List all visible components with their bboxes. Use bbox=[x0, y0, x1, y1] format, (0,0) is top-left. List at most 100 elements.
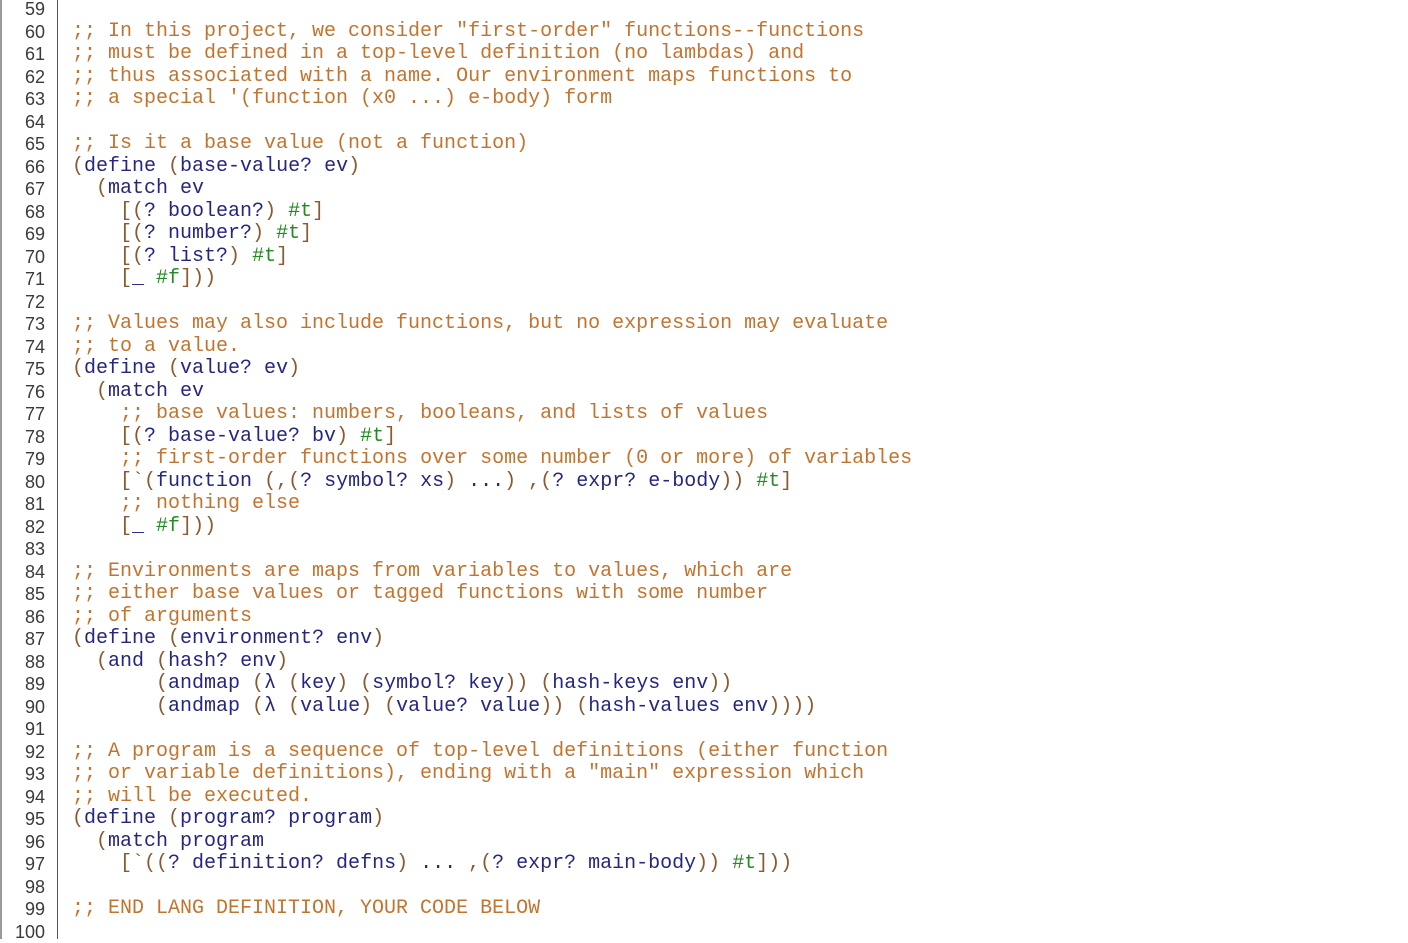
code-text[interactable]: ;; In this project, we consider "first-o… bbox=[72, 21, 864, 44]
identifier-token bbox=[72, 177, 96, 200]
identifier-token: define bbox=[84, 357, 168, 380]
code-text[interactable]: ;; will be executed. bbox=[72, 786, 312, 809]
code-line[interactable]: 65;; Is it a base value (not a function) bbox=[0, 133, 1408, 156]
code-text[interactable]: ;; END LANG DEFINITION, YOUR CODE BELOW bbox=[72, 898, 540, 921]
code-line[interactable]: 68 [(? boolean?) #t] bbox=[0, 201, 1408, 224]
code-line[interactable]: 95(define (program? program) bbox=[0, 808, 1408, 831]
code-line[interactable]: 87 (define (environment? env) bbox=[0, 628, 1408, 651]
code-line[interactable]: 70 [(? list?) #t] bbox=[0, 246, 1408, 269]
code-line[interactable]: 67 (match ev bbox=[0, 178, 1408, 201]
code-text[interactable]: [_ #f])) bbox=[72, 268, 216, 291]
line-number: 76 bbox=[0, 381, 45, 404]
paren-token: ] bbox=[300, 222, 312, 245]
code-text[interactable]: ;; or variable definitions), ending with… bbox=[72, 763, 864, 786]
code-line[interactable]: 74;; to a value. bbox=[0, 336, 1408, 359]
code-line[interactable]: 81 ;; nothing else bbox=[0, 493, 1408, 516]
code-line[interactable]: 69 [(? number?) #t] bbox=[0, 223, 1408, 246]
paren-token: [( bbox=[120, 222, 144, 245]
code-text[interactable]: ;; to a value. bbox=[72, 336, 240, 359]
code-line[interactable]: 100 bbox=[0, 921, 1408, 943]
code-text[interactable]: (define (program? program) bbox=[72, 808, 384, 831]
code-text[interactable]: ;; A program is a sequence of top-level … bbox=[72, 741, 888, 764]
code-line[interactable]: 78 [(? base-value? bv) #t] bbox=[0, 426, 1408, 449]
comment-token: ;; or variable definitions), ending with… bbox=[72, 762, 864, 785]
code-text[interactable]: ;; a special '(function (x0 ...) e-body)… bbox=[72, 88, 612, 111]
code-line[interactable]: 91 bbox=[0, 718, 1408, 741]
code-line[interactable]: 96 (match program bbox=[0, 831, 1408, 854]
code-text[interactable]: (define (base-value? ev) bbox=[72, 156, 360, 179]
paren-token: )) bbox=[720, 470, 744, 493]
identifier-token bbox=[372, 695, 384, 718]
paren-token: ])) bbox=[180, 515, 216, 538]
comment-token: ;; a special '(function (x0 ...) e-body)… bbox=[72, 87, 612, 110]
line-number: 79 bbox=[0, 448, 45, 471]
code-text[interactable]: (match program bbox=[72, 831, 264, 854]
code-line[interactable]: 61;; must be defined in a top-level defi… bbox=[0, 43, 1408, 66]
code-text[interactable]: (andmap (λ (key) (symbol? key)) (hash-ke… bbox=[72, 673, 732, 696]
code-text[interactable]: (match ev bbox=[72, 178, 204, 201]
code-line[interactable]: 98 bbox=[0, 876, 1408, 899]
line-number: 87 bbox=[0, 628, 45, 651]
code-line[interactable]: 83 bbox=[0, 538, 1408, 561]
code-line[interactable]: 66(define (base-value? ev) bbox=[0, 156, 1408, 179]
code-text[interactable]: ;; must be defined in a top-level defini… bbox=[72, 43, 804, 66]
code-text[interactable]: ;; either base values or tagged function… bbox=[72, 583, 768, 606]
code-line[interactable]: 60;; In this project, we consider "first… bbox=[0, 21, 1408, 44]
code-line[interactable]: 92;; A program is a sequence of top-leve… bbox=[0, 741, 1408, 764]
code-text[interactable]: (and (hash? env) bbox=[72, 651, 288, 674]
code-line[interactable]: 76 (match ev bbox=[0, 381, 1408, 404]
code-line[interactable]: 63;; a special '(function (x0 ...) e-bod… bbox=[0, 88, 1408, 111]
code-line[interactable]: 89 (andmap (λ (key) (symbol? key)) (hash… bbox=[0, 673, 1408, 696]
code-text[interactable]: (andmap (λ (value) (value? value)) (hash… bbox=[72, 696, 816, 719]
paren-token: ,( bbox=[528, 470, 552, 493]
code-text[interactable]: [(? base-value? bv) #t] bbox=[72, 426, 396, 449]
code-line[interactable]: 64 bbox=[0, 111, 1408, 134]
code-text[interactable]: ;; base values: numbers, booleans, and l… bbox=[72, 403, 768, 426]
code-line[interactable]: 88 (and (hash? env) bbox=[0, 651, 1408, 674]
code-text[interactable]: (define (value? ev) bbox=[72, 358, 300, 381]
code-text[interactable]: [`((? definition? defns) ... ,(? expr? m… bbox=[72, 853, 792, 876]
code-line[interactable]: 62 ;; thus associated with a name. Our en… bbox=[0, 66, 1408, 89]
code-text[interactable]: ;; thus associated with a name. Our envi… bbox=[72, 66, 852, 89]
paren-token: ( bbox=[96, 650, 108, 673]
code-line[interactable]: 97 [`((? definition? defns) ... ,(? expr… bbox=[0, 853, 1408, 876]
identifier-token bbox=[72, 380, 96, 403]
code-line[interactable]: 82 [_ #f])) bbox=[0, 516, 1408, 539]
code-line[interactable]: 86;; of arguments bbox=[0, 606, 1408, 629]
code-text[interactable]: (match ev bbox=[72, 381, 204, 404]
code-text[interactable]: ;; Is it a base value (not a function) bbox=[72, 133, 528, 156]
code-line[interactable]: 73;; Values may also include functions, … bbox=[0, 313, 1408, 336]
identifier-token: program? program bbox=[180, 807, 372, 830]
code-line[interactable]: 99;; END LANG DEFINITION, YOUR CODE BELO… bbox=[0, 898, 1408, 921]
code-line[interactable]: 80 [`(function (,(? symbol? xs) ...) ,(?… bbox=[0, 471, 1408, 494]
code-line[interactable]: 77 ;; base values: numbers, booleans, an… bbox=[0, 403, 1408, 426]
code-line[interactable]: 72 bbox=[0, 291, 1408, 314]
code-text[interactable]: [`(function (,(? symbol? xs) ...) ,(? ex… bbox=[72, 471, 792, 494]
code-line[interactable]: 94;; will be executed. bbox=[0, 786, 1408, 809]
code-text[interactable]: (define (environment? env) bbox=[72, 628, 384, 651]
code-text[interactable]: [_ #f])) bbox=[72, 516, 216, 539]
code-editor[interactable]: 5960;; In this project, we consider "fir… bbox=[0, 0, 1408, 943]
comment-token: ;; will be executed. bbox=[72, 785, 312, 808]
code-text[interactable]: ;; nothing else bbox=[72, 493, 300, 516]
code-text[interactable]: ;; Values may also include functions, bu… bbox=[72, 313, 888, 336]
code-text[interactable]: ;; of arguments bbox=[72, 606, 252, 629]
code-text[interactable]: ;; Environments are maps from variables … bbox=[72, 561, 792, 584]
code-line[interactable]: 90 (andmap (λ (value) (value? value)) (h… bbox=[0, 696, 1408, 719]
code-line[interactable]: 79 ;; first-order functions over some nu… bbox=[0, 448, 1408, 471]
code-text[interactable]: ;; first-order functions over some numbe… bbox=[72, 448, 912, 471]
line-number: 62 bbox=[0, 66, 45, 89]
code-line[interactable]: 84;; Environments are maps from variable… bbox=[0, 561, 1408, 584]
paren-token: ) bbox=[264, 200, 276, 223]
code-line[interactable]: 93;; or variable definitions), ending wi… bbox=[0, 763, 1408, 786]
code-line[interactable]: 75(define (value? ev) bbox=[0, 358, 1408, 381]
code-line[interactable]: 59 bbox=[0, 0, 1408, 21]
code-text[interactable]: [(? list?) #t] bbox=[72, 246, 288, 269]
code-text[interactable]: [(? number?) #t] bbox=[72, 223, 312, 246]
identifier-token: hash-values env bbox=[588, 695, 768, 718]
comment-token: ;; Values may also include functions, bu… bbox=[72, 312, 888, 335]
code-text[interactable]: [(? boolean?) #t] bbox=[72, 201, 324, 224]
boolean-token: #t bbox=[276, 222, 300, 245]
code-line[interactable]: 85;; either base values or tagged functi… bbox=[0, 583, 1408, 606]
code-line[interactable]: 71 [_ #f])) bbox=[0, 268, 1408, 291]
